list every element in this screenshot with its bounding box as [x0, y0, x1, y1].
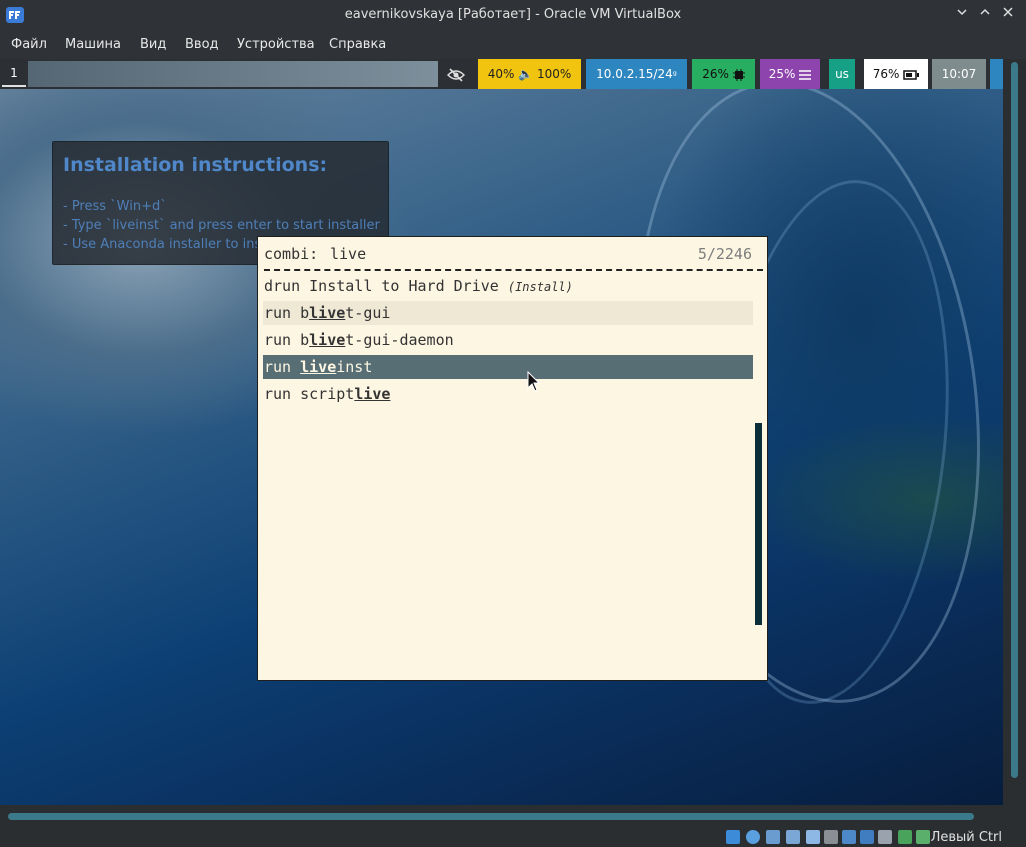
item-match: live — [354, 385, 391, 403]
rofi-prompt: combi: — [264, 245, 319, 263]
status-icon[interactable] — [916, 830, 930, 844]
menu-input[interactable]: Ввод — [185, 37, 219, 52]
network-icon[interactable] — [786, 830, 800, 844]
mouse-integration-icon[interactable] — [878, 830, 892, 844]
rofi-result-count: 5/2246 — [697, 245, 752, 263]
memory-indicator[interactable]: 25% — [760, 59, 820, 89]
rofi-separator — [264, 269, 763, 271]
tray-edge — [990, 59, 1003, 89]
recording-icon[interactable] — [860, 830, 874, 844]
chevron-down-icon — [957, 9, 967, 16]
workspace-button[interactable]: 1 — [2, 61, 26, 87]
battery-icon — [903, 69, 920, 80]
network-suffix: ᵍ — [672, 70, 677, 81]
battery-indicator[interactable]: 76% — [864, 59, 928, 89]
keyboard-layout-indicator[interactable]: us — [829, 59, 855, 89]
item-text: inst — [336, 358, 373, 376]
vertical-scrollbar-thumb[interactable] — [1011, 62, 1018, 778]
window-titlebar: eavernikovskaya [Работает] - Oracle VM V… — [0, 0, 1026, 31]
item-text: run script — [264, 385, 355, 403]
horizontal-scrollbar-thumb[interactable] — [8, 813, 974, 820]
audio-device-icon[interactable] — [766, 830, 780, 844]
rofi-scrollbar[interactable] — [755, 423, 762, 625]
item-text: run b — [264, 331, 310, 349]
shared-folder-icon[interactable] — [824, 830, 838, 844]
cpu-indicator[interactable]: 26% — [692, 59, 755, 89]
item-text: t-gui-daemon — [345, 331, 454, 349]
display-icon[interactable] — [842, 830, 856, 844]
item-match: live — [309, 304, 346, 322]
note-title: Installation instructions: — [63, 154, 328, 176]
optical-icon[interactable] — [746, 830, 760, 844]
memory-icon — [799, 69, 812, 80]
item-match: live — [309, 331, 346, 349]
minimize-button[interactable] — [953, 6, 971, 24]
menu-view[interactable]: Вид — [140, 37, 166, 52]
status-bar: 1 40% 🔈 100% 10.0.2.15/24ᵍ 26% 25% us 76… — [0, 59, 1003, 89]
usb-icon[interactable] — [806, 830, 820, 844]
note-line: - Use Anaconda installer to ins — [63, 237, 262, 252]
storage-icon[interactable] — [726, 830, 740, 844]
menu-bar: Файл Машина Вид Ввод Устройства Справка — [0, 31, 1026, 59]
vm-status-bar: Левый Ctrl — [0, 827, 1026, 847]
rofi-item-blivet-gui[interactable]: run blivet-gui — [263, 301, 753, 325]
item-text: run — [264, 358, 301, 376]
rofi-item-blivet-gui-daemon[interactable]: run blivet-gui-daemon — [263, 328, 753, 352]
item-hint: (Install) — [507, 280, 573, 294]
maximize-button[interactable] — [976, 6, 994, 24]
menu-help[interactable]: Справка — [329, 37, 386, 52]
chevron-up-icon — [980, 8, 990, 15]
note-line: - Type `liveinst` and press enter to sta… — [63, 218, 380, 233]
close-button[interactable] — [999, 6, 1017, 24]
menu-file[interactable]: Файл — [11, 37, 47, 52]
item-match: live — [300, 358, 337, 376]
clock[interactable]: 10:07 — [932, 59, 986, 89]
rofi-search-input[interactable]: live — [330, 245, 366, 263]
menu-devices[interactable]: Устройства — [237, 37, 315, 52]
item-text: run b — [264, 304, 310, 322]
guest-display[interactable]: 1 40% 🔈 100% 10.0.2.15/24ᵍ 26% 25% us 76… — [0, 59, 1003, 805]
item-text: t-gui — [345, 304, 391, 322]
battery-value: 76% — [872, 67, 900, 81]
eye-slash-icon — [446, 67, 466, 82]
mouse-cursor-icon — [527, 371, 541, 392]
cpu-value: 26% — [702, 67, 729, 81]
rofi-launcher: combi: live 5/2246 drun Install to Hard … — [257, 236, 768, 681]
window-title-area — [28, 61, 438, 87]
close-icon — [1003, 7, 1013, 17]
rofi-item-install[interactable]: drun Install to Hard Drive (Install) — [263, 274, 753, 298]
rofi-item-scriptlive[interactable]: run scriptlive — [263, 382, 753, 406]
host-key-label: Левый Ctrl — [930, 830, 1002, 845]
memory-value: 25% — [768, 67, 796, 81]
note-line: - Press `Win+d` — [63, 199, 167, 214]
rofi-item-liveinst[interactable]: run liveinst — [263, 355, 753, 379]
window-title: eavernikovskaya [Работает] - Oracle VM V… — [344, 7, 682, 22]
item-text: drun Install to Hard Drive — [264, 277, 508, 295]
network-address: 10.0.2.15/24 — [596, 67, 673, 81]
network-indicator[interactable]: 10.0.2.15/24ᵍ — [586, 59, 687, 89]
cpu-icon — [732, 68, 745, 81]
audio-indicator[interactable]: 40% 🔈 100% — [478, 59, 581, 89]
menu-machine[interactable]: Машина — [65, 37, 121, 52]
cpu-activity-icon[interactable] — [898, 830, 912, 844]
privacy-indicator[interactable] — [438, 59, 474, 89]
